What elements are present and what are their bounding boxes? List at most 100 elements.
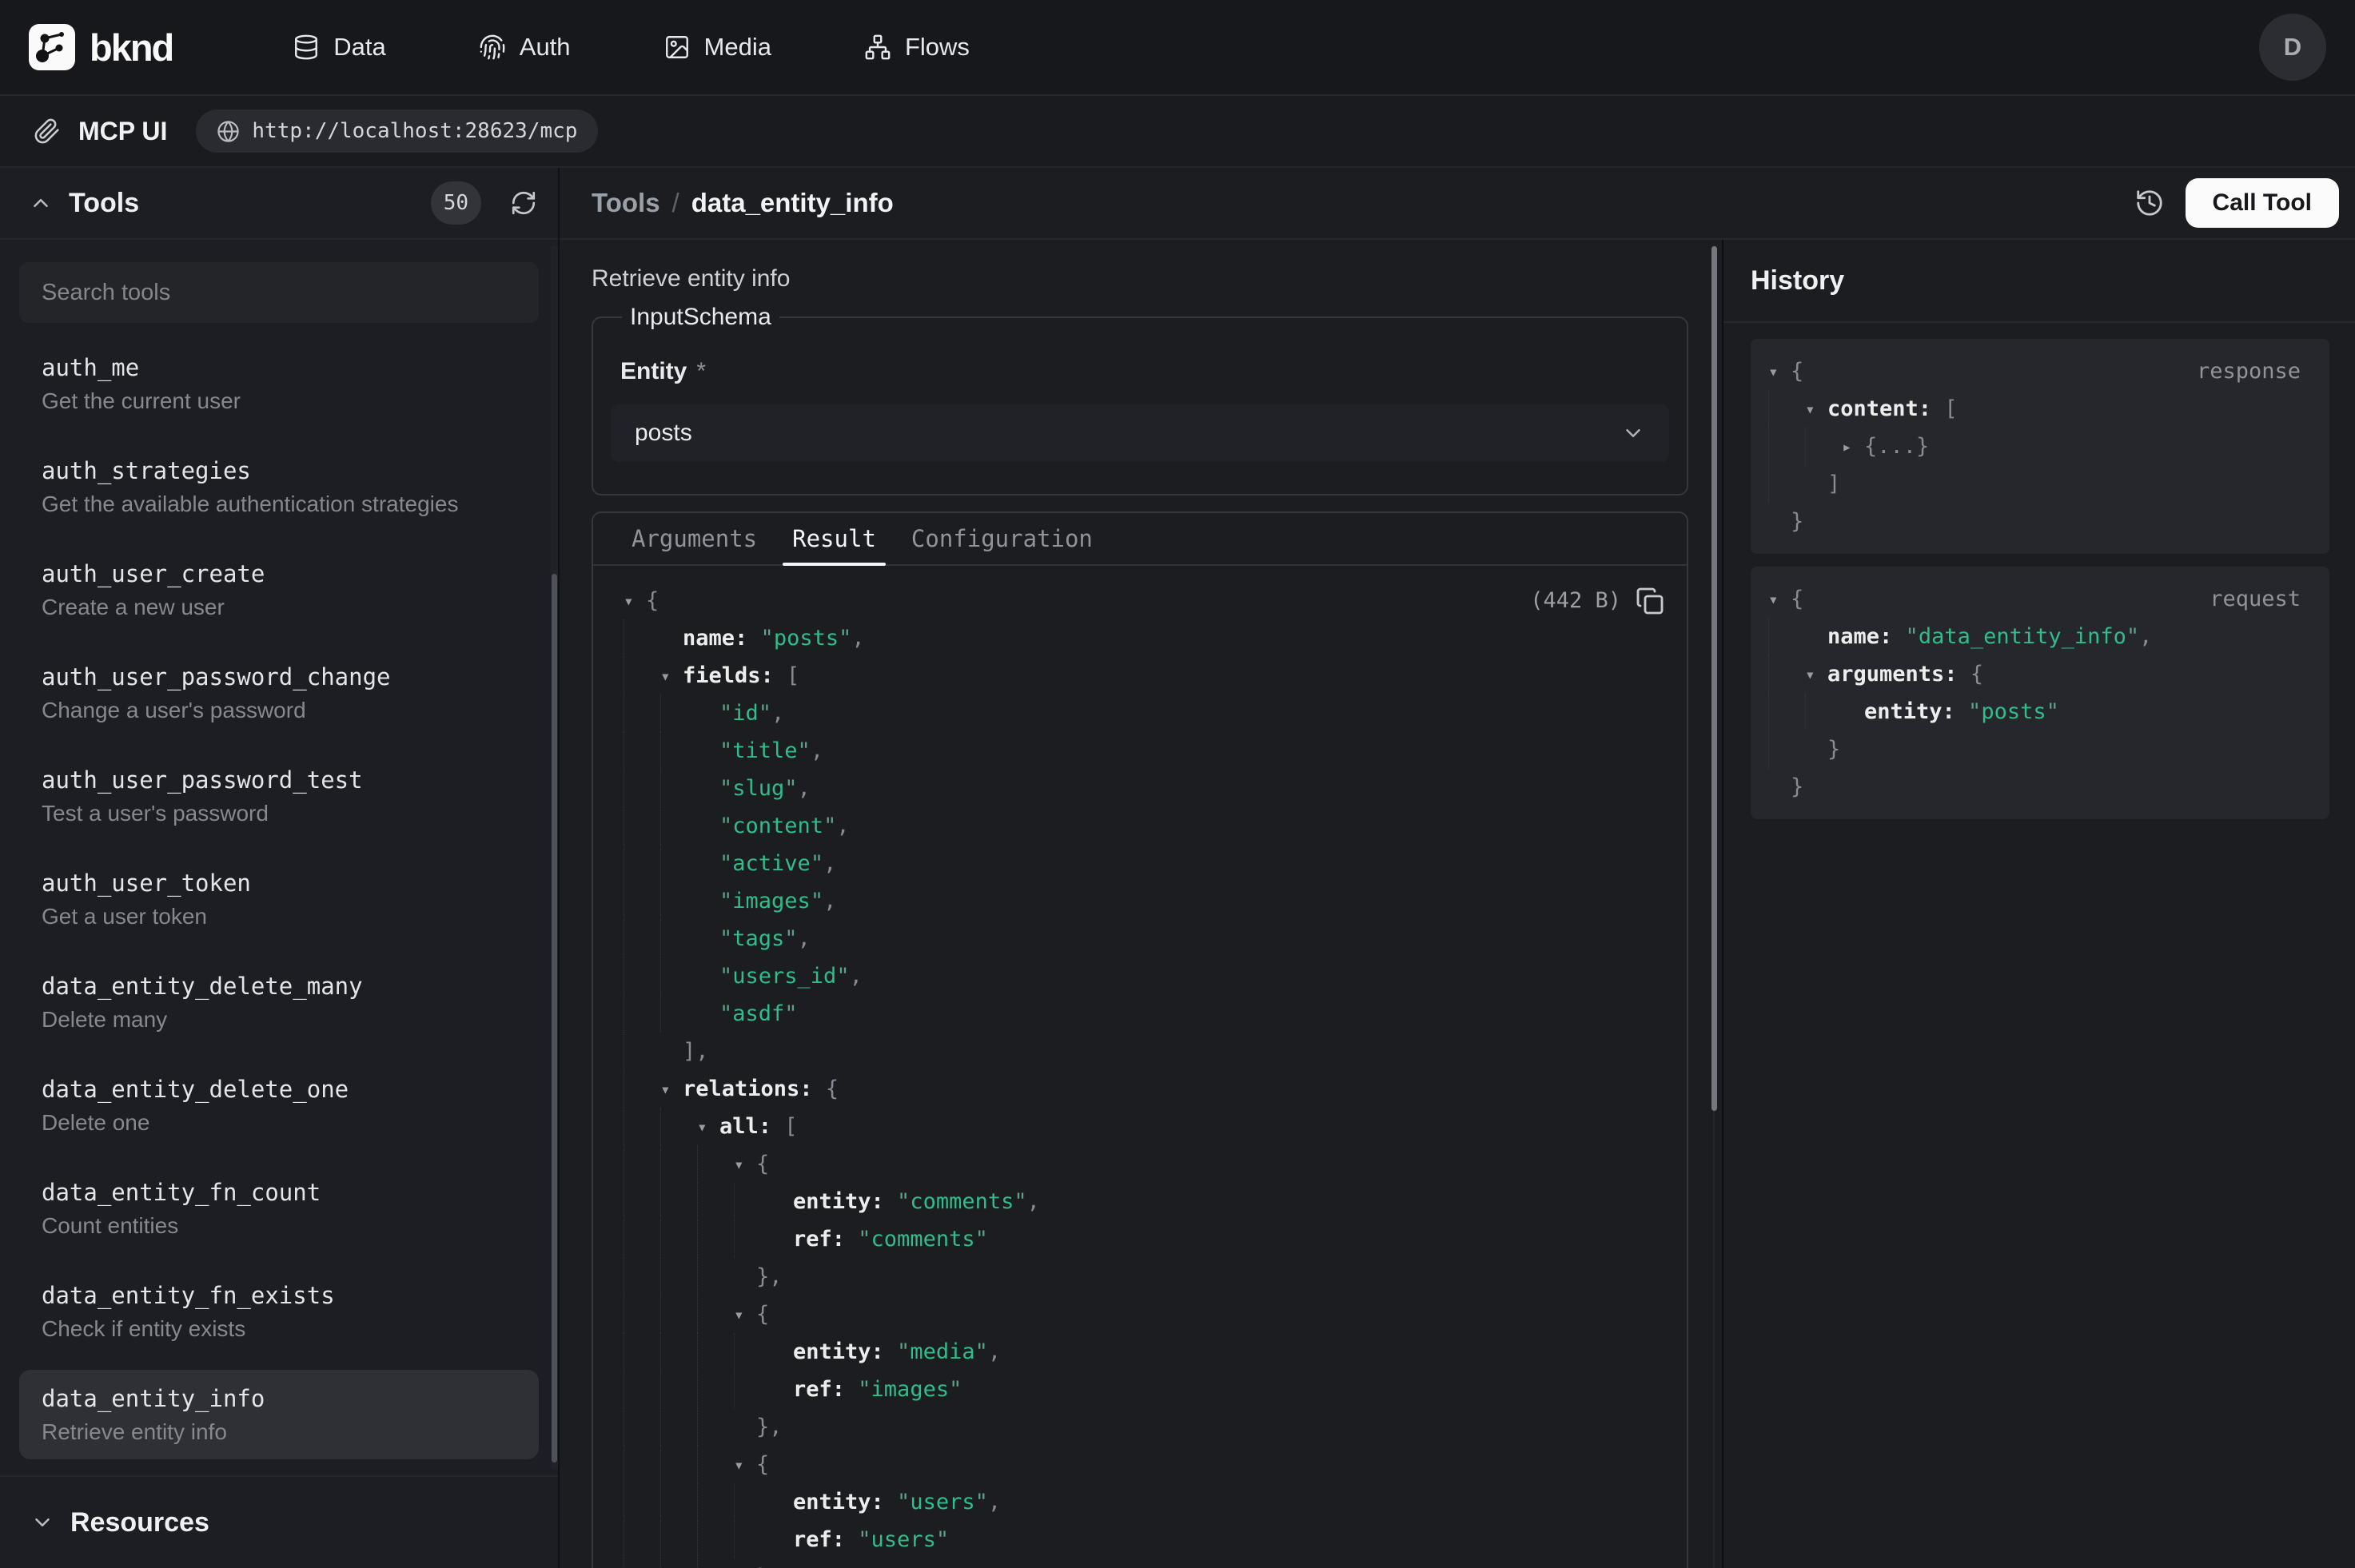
nav-item-media[interactable]: Media (663, 33, 771, 62)
nav-item-data[interactable]: Data (293, 33, 385, 62)
indent-guide (624, 1145, 660, 1183)
collapse-toggle-icon[interactable]: ▾ (1805, 400, 1827, 419)
brand[interactable]: bknd (29, 24, 173, 70)
tool-list-item[interactable]: data_entity_fn_existsCheck if entity exi… (19, 1267, 539, 1356)
tool-list-item[interactable]: auth_user_tokenGet a user token (19, 854, 539, 944)
tool-name: auth_user_password_change (42, 659, 531, 694)
json-line: ref: "images" (624, 1371, 1668, 1408)
indent-guide (624, 1558, 660, 1568)
indent-guide (697, 1145, 734, 1183)
search-placeholder: Search tools (42, 280, 170, 306)
collapse-toggle-icon[interactable]: ▾ (660, 1080, 683, 1099)
tool-name: auth_user_password_test (42, 762, 531, 798)
indent-guide (660, 995, 697, 1033)
json-line: ▾fields: [ (624, 657, 1668, 694)
indent-guide (624, 1033, 660, 1070)
tool-list-item[interactable]: auth_user_password_changeChange a user's… (19, 648, 539, 738)
indent-guide (624, 1258, 660, 1295)
json-line: "content", (624, 807, 1668, 845)
chevron-down-icon[interactable] (30, 1510, 54, 1534)
tool-list-item[interactable]: auth_meGet the current user (19, 339, 539, 428)
indent-guide (1768, 428, 1805, 465)
collapse-toggle-icon[interactable]: ▾ (1805, 665, 1827, 684)
breadcrumb-section[interactable]: Tools (592, 188, 660, 218)
indent-guide (1768, 390, 1805, 428)
history-panel: History response▾{▾content: [▸{...}]}req… (1723, 240, 2355, 1568)
indent-guide (697, 1295, 734, 1333)
json-line: ] (1768, 465, 2301, 503)
copy-icon[interactable] (1636, 585, 1664, 617)
collapse-toggle-icon[interactable]: ▾ (734, 1305, 756, 1324)
tool-list-item[interactable]: data_entity_fn_countCount entities (19, 1164, 539, 1253)
indent-guide (1768, 655, 1805, 693)
resources-panel-header[interactable]: Resources (0, 1475, 558, 1568)
indent-guide (660, 1333, 697, 1371)
search-input[interactable]: Search tools (19, 262, 539, 323)
tool-description: Test a user's password (42, 798, 531, 830)
nav-item-auth[interactable]: Auth (479, 33, 571, 62)
mcp-url-pill[interactable]: http://localhost:28623/mcp (196, 109, 598, 153)
call-tool-button[interactable]: Call Tool (2186, 178, 2339, 228)
entity-select[interactable]: posts (611, 404, 1669, 462)
indent-guide (624, 1183, 660, 1220)
indent-guide (1805, 693, 1842, 730)
fingerprint-icon (479, 34, 506, 61)
tool-name: data_entity_info (42, 1381, 531, 1416)
history-entry-card[interactable]: response▾{▾content: [▸{...}]} (1751, 339, 2329, 554)
tool-header: Tools / data_entity_info Call Tool (560, 168, 2355, 240)
tool-list-item[interactable]: auth_user_createCreate a new user (19, 545, 539, 635)
tab-result[interactable]: Result (792, 513, 876, 564)
collapse-toggle-icon[interactable]: ▾ (734, 1455, 756, 1474)
tools-panel-header[interactable]: Tools 50 (0, 168, 558, 240)
nav-item-flows[interactable]: Flows (864, 33, 970, 62)
indent-guide (697, 1258, 734, 1295)
database-icon (293, 34, 320, 61)
main-scrollbar-thumb[interactable] (1711, 246, 1717, 1111)
user-avatar[interactable]: D (2259, 14, 2326, 81)
json-line: } (624, 1558, 1668, 1568)
history-icon[interactable] (2134, 188, 2165, 218)
collapse-toggle-icon[interactable]: ▾ (697, 1117, 719, 1136)
indent-guide (660, 1295, 697, 1333)
indent-guide (624, 920, 660, 957)
json-line: ▾{ (624, 1295, 1668, 1333)
tool-description: Count entities (42, 1210, 531, 1242)
sidebar: Tools 50 Search tools auth_meGet the cur… (0, 168, 560, 1568)
collapse-toggle-icon[interactable]: ▾ (660, 667, 683, 686)
sidebar-scrollbar-thumb[interactable] (552, 574, 557, 1463)
result-size: (442 B) (1530, 588, 1621, 613)
collapse-toggle-icon[interactable]: ▾ (1768, 590, 1791, 609)
tool-list-item[interactable]: data_entity_delete_manyDelete many (19, 957, 539, 1047)
chevron-up-icon[interactable] (29, 191, 53, 215)
tab-arguments[interactable]: Arguments (632, 513, 757, 564)
json-line: entity: "posts" (1768, 693, 2301, 730)
brand-name: bknd (90, 26, 173, 70)
refresh-icon[interactable] (510, 189, 537, 217)
collapse-toggle-icon[interactable]: ▾ (624, 591, 646, 611)
json-line: ▾content: [ (1768, 390, 2301, 428)
tab-configuration[interactable]: Configuration (911, 513, 1093, 564)
json-line: ], (624, 1033, 1668, 1070)
expand-toggle-icon[interactable]: ▸ (1842, 437, 1864, 456)
indent-guide (1768, 465, 1805, 503)
resources-panel-title: Resources (70, 1507, 209, 1538)
collapse-toggle-icon[interactable]: ▾ (1768, 362, 1791, 381)
indent-guide (660, 1371, 697, 1408)
nav-item-label: Media (704, 33, 771, 62)
indent-guide (734, 1521, 771, 1558)
json-line: } (1768, 730, 2301, 768)
json-line: ▾all: [ (624, 1108, 1668, 1145)
indent-guide (660, 694, 697, 732)
tool-name: auth_me (42, 350, 531, 385)
history-entry-card[interactable]: request▾{name: "data_entity_info",▾argum… (1751, 567, 2329, 819)
tool-list-item[interactable]: data_entity_delete_oneDelete one (19, 1061, 539, 1150)
tool-list-item[interactable]: data_entity_infoRetrieve entity info (19, 1370, 539, 1459)
indent-guide (624, 1295, 660, 1333)
tool-list-item[interactable]: auth_user_password_testTest a user's pas… (19, 751, 539, 841)
tool-list-item[interactable]: auth_strategiesGet the available authent… (19, 442, 539, 531)
collapse-toggle-icon[interactable]: ▾ (734, 1155, 756, 1174)
tools-panel-title: Tools (69, 188, 139, 219)
tool-description: Check if entity exists (42, 1313, 531, 1345)
tool-name: auth_user_token (42, 866, 531, 901)
indent-guide (624, 1483, 660, 1521)
